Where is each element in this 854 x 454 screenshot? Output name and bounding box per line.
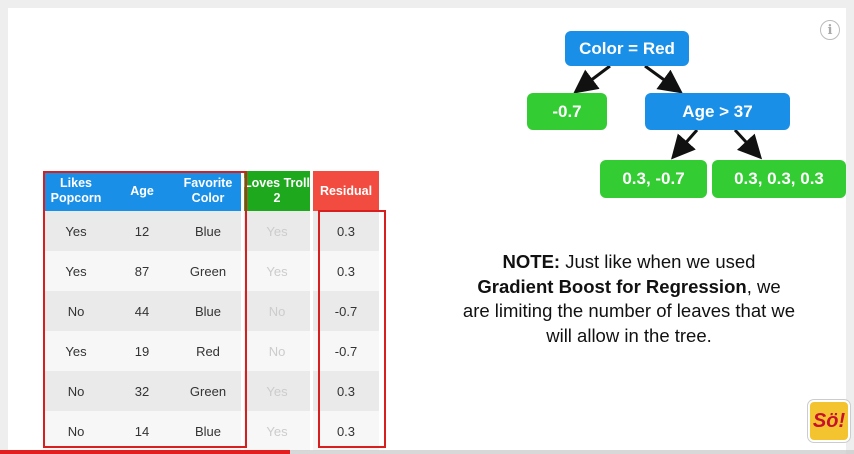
arrow-root-left [573,64,611,94]
tree-root-node: Color = Red [565,31,689,66]
tree-leaf-b: 0.3, 0.3, 0.3 [712,160,846,198]
info-icon[interactable]: i [820,20,840,40]
progress-bar-fill[interactable] [0,450,291,454]
tree-inner-node: Age > 37 [645,93,790,130]
tree-leaf-a: 0.3, -0.7 [600,160,707,198]
note-text: NOTE: Just like when we used Gradient Boo… [462,250,796,348]
arrow-inner-right [733,128,763,160]
note-prefix: NOTE: [502,251,561,272]
channel-logo[interactable]: Sö! [808,400,850,442]
note-bold: Gradient Boost for Regression [477,275,747,297]
video-frame: Likes Popcorn Age Favorite Color Loves T… [0,0,854,454]
arrow-root-right [644,64,683,94]
tree-arrows [573,64,763,160]
tree-leaf-left: -0.7 [527,93,607,130]
note-text-1: Just like when we used [560,251,756,272]
arrow-inner-left [671,129,699,160]
